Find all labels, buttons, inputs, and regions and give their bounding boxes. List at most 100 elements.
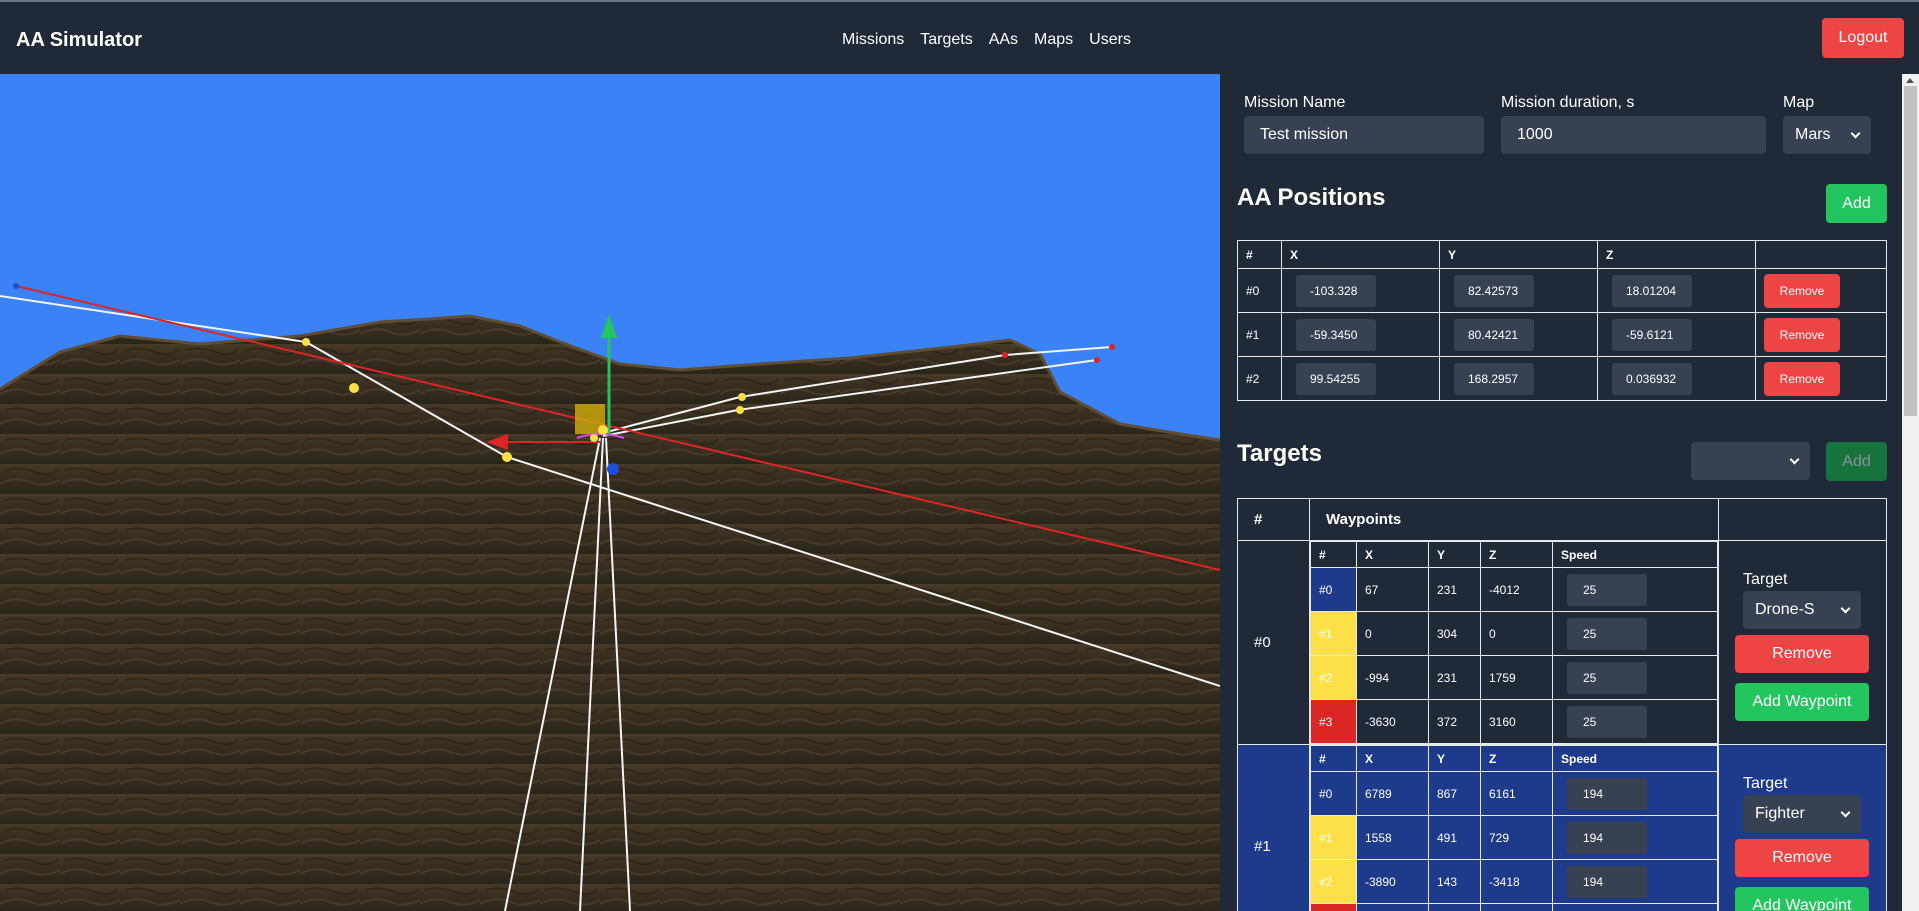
waypoint-x (1356, 903, 1429, 911)
targets-table: # Waypoints #0 # X Y Z Speed #0 67 231 -… (1237, 498, 1887, 911)
aa-x-input[interactable]: -59.3450 (1296, 318, 1376, 351)
map-select[interactable]: Mars (1783, 116, 1871, 154)
panel-scrollbar[interactable] (1902, 74, 1919, 911)
wp-col-z: Z (1480, 541, 1553, 568)
waypoint-speed-input[interactable]: 25 (1567, 705, 1647, 738)
logout-button[interactable]: Logout (1822, 18, 1904, 58)
aa-z-input[interactable]: -59.6121 (1612, 318, 1692, 351)
table-row: #0 -103.328 82.42573 18.01204 Remove (1237, 268, 1887, 313)
aa-positions-title: AA Positions (1237, 184, 1386, 211)
target-type-dropdown[interactable]: Drone-S (1743, 591, 1861, 629)
waypoint-index: #1 (1310, 611, 1357, 656)
waypoint-z: 0 (1480, 611, 1553, 656)
remove-aa-button[interactable]: Remove (1764, 273, 1840, 308)
waypoint-speed-input[interactable]: 194 (1567, 777, 1647, 810)
table-row: #2 99.54255 168.2957 0.036932 Remove (1237, 356, 1887, 401)
target-index: #1 (1237, 744, 1310, 911)
wp-col-x: X (1356, 541, 1429, 568)
remove-target-button[interactable]: Remove (1735, 635, 1869, 673)
waypoint-index: #2 (1310, 859, 1357, 904)
wp-col-index: # (1310, 541, 1357, 568)
mission-duration-input[interactable] (1501, 116, 1766, 154)
mission-name-input[interactable] (1244, 116, 1484, 154)
waypoint-x: 6789 (1356, 771, 1429, 816)
aa-y-input[interactable]: 82.42573 (1454, 274, 1534, 307)
map-select-value: Mars (1795, 126, 1831, 143)
waypoint-speed-input[interactable]: 25 (1567, 661, 1647, 694)
col-x: X (1281, 240, 1440, 269)
mission-name-label: Mission Name (1244, 94, 1346, 111)
waypoint-z (1480, 903, 1553, 911)
col-y: Y (1439, 240, 1598, 269)
aa-y-input[interactable]: 80.42421 (1454, 318, 1534, 351)
waypoint-speed-input[interactable]: 194 (1567, 865, 1647, 898)
target-actions: Target Fighter Remove Add Waypoint (1718, 744, 1887, 911)
target-type-dropdown[interactable]: Fighter (1743, 795, 1861, 833)
wp-col-x: X (1356, 745, 1429, 772)
app-title[interactable]: AA Simulator (16, 29, 142, 52)
aa-y-input[interactable]: 168.2957 (1454, 362, 1534, 395)
waypoint-z: -4012 (1480, 567, 1553, 612)
waypoint-x: 67 (1356, 567, 1429, 612)
aa-x-input[interactable]: -103.328 (1296, 274, 1376, 307)
waypoint-index: #1 (1310, 815, 1357, 860)
table-row: #1 -59.3450 80.42421 -59.6121 Remove (1237, 312, 1887, 357)
nav-maps[interactable]: Maps (1034, 31, 1073, 49)
aa-index: #2 (1237, 356, 1282, 401)
wp-col-speed: Speed (1552, 541, 1718, 568)
waypoint-y: 867 (1428, 771, 1481, 816)
aa-z-input[interactable]: 18.01204 (1612, 274, 1692, 307)
main-nav: Missions Targets AAs Maps Users (842, 31, 1131, 49)
scene-canvas[interactable] (0, 74, 1220, 911)
add-waypoint-button[interactable]: Add Waypoint (1735, 683, 1869, 721)
add-waypoint-button[interactable]: Add Waypoint (1735, 887, 1869, 911)
target-type-select[interactable] (1691, 442, 1810, 480)
waypoint-row: #3 -3630 372 3160 25 (1310, 699, 1718, 744)
waypoint-speed-input[interactable]: 194 (1567, 821, 1647, 854)
waypoint-speed-input[interactable]: 25 (1567, 573, 1647, 606)
add-aa-button[interactable]: Add (1826, 184, 1887, 223)
target-row[interactable]: #0 # X Y Z Speed #0 67 231 -4012 25 #1 0… (1237, 540, 1887, 745)
table-header-row: # X Y Z (1237, 240, 1887, 269)
waypoint-z: 729 (1480, 815, 1553, 860)
mission-duration-label: Mission duration, s (1501, 94, 1635, 111)
waypoint-x: 1558 (1356, 815, 1429, 860)
z-axis-icon (607, 463, 619, 475)
table-header-row: # Waypoints (1237, 498, 1887, 541)
remove-aa-button[interactable]: Remove (1764, 361, 1840, 396)
waypoint-z: -3418 (1480, 859, 1553, 904)
add-target-button[interactable]: Add (1826, 442, 1887, 481)
remove-aa-button[interactable]: Remove (1764, 317, 1840, 352)
aa-z-input[interactable]: 0.036932 (1612, 362, 1692, 395)
waypoint-row: #1 0 304 0 25 (1310, 611, 1718, 656)
target-row-selected[interactable]: #1 # X Y Z Speed #0 6789 867 6161 194 #1… (1237, 744, 1887, 911)
waypoint-y: 304 (1428, 611, 1481, 656)
waypoint-row: #0 67 231 -4012 25 (1310, 567, 1718, 612)
col-actions (1718, 498, 1887, 541)
waypoint-index: #0 (1310, 771, 1357, 816)
waypoint-x: -994 (1356, 655, 1429, 700)
wp-col-y: Y (1428, 541, 1481, 568)
waypoint-row: #2 -994 231 1759 25 (1310, 655, 1718, 700)
target-type-label: Target (1743, 775, 1788, 792)
scrollbar-thumb[interactable] (1904, 86, 1917, 416)
waypoint-row: #1 1558 491 729 194 (1310, 815, 1718, 860)
waypoint-index: #0 (1310, 567, 1357, 612)
aa-x-input[interactable]: 99.54255 (1296, 362, 1376, 395)
nav-missions[interactable]: Missions (842, 31, 904, 49)
waypoint-speed-input[interactable]: 25 (1567, 617, 1647, 650)
waypoints-table: # X Y Z Speed #0 67 231 -4012 25 #1 0 30… (1310, 541, 1718, 744)
waypoint-y: 143 (1428, 859, 1481, 904)
remove-target-button[interactable]: Remove (1735, 839, 1869, 877)
scroll-up-arrow-icon[interactable] (1906, 78, 1914, 83)
waypoint-y: 231 (1428, 655, 1481, 700)
nav-users[interactable]: Users (1089, 31, 1131, 49)
chevron-down-icon (1840, 603, 1851, 613)
chevron-down-icon (1840, 807, 1851, 817)
wp-col-speed: Speed (1552, 745, 1718, 772)
waypoint-x: 0 (1356, 611, 1429, 656)
3d-viewport[interactable] (0, 74, 1220, 911)
nav-aas[interactable]: AAs (989, 31, 1018, 49)
col-index: # (1237, 498, 1310, 541)
nav-targets[interactable]: Targets (920, 31, 972, 49)
